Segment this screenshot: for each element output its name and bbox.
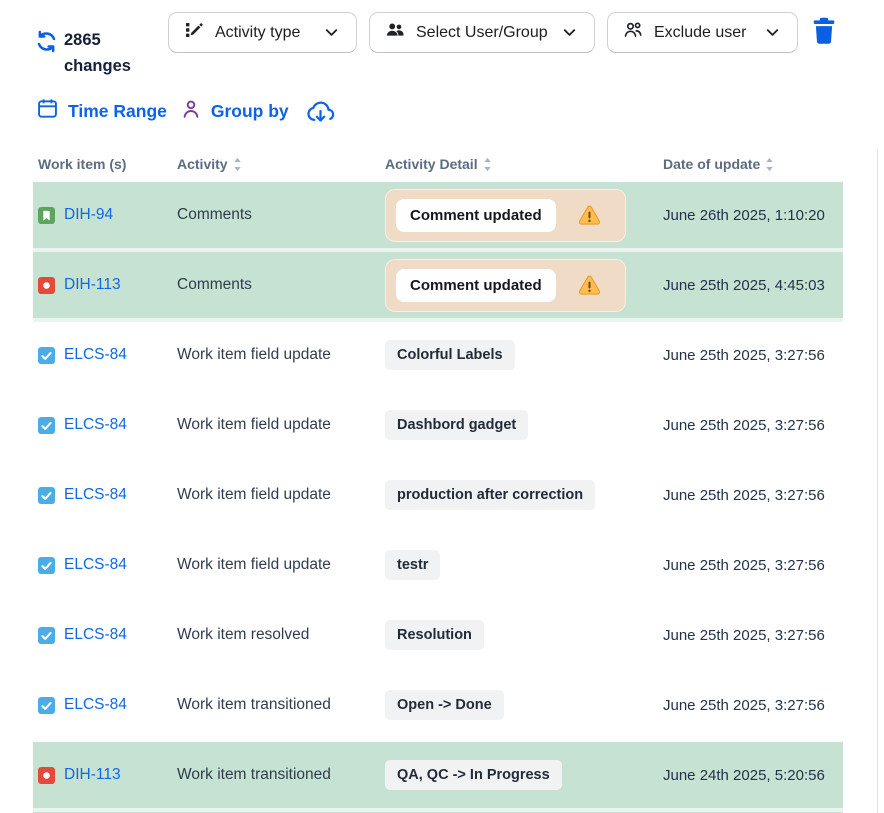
table-row[interactable]: ELCS-84 Work item transitioned Open -> D… [33, 672, 843, 742]
activity-type-dropdown[interactable]: Activity type [168, 12, 357, 53]
date-cell: June 25th 2025, 3:27:56 [663, 487, 843, 504]
detail-badge: Resolution [385, 620, 484, 650]
select-user-group-dropdown[interactable]: Select User/Group [369, 12, 595, 53]
activity-table: DIH-94 Comments Comment updated June 26t… [33, 182, 843, 813]
activity-type-label: Activity type [215, 24, 300, 42]
activity-cell: Work item field update [177, 346, 385, 364]
warning-icon [578, 205, 601, 226]
trash-icon[interactable] [811, 16, 837, 50]
activity-cell: Work item field update [177, 556, 385, 574]
table-row[interactable]: DIH-113 Comments Comment updated June 25… [33, 252, 843, 322]
table-row[interactable]: ELCS-84 Work item field update Dashbord … [33, 392, 843, 462]
work-item-link[interactable]: ELCS-84 [64, 486, 127, 504]
activity-detail-cell: Open -> Done [385, 690, 663, 720]
person-icon [180, 98, 202, 125]
story-icon [38, 207, 55, 224]
activity-detail-cell: production after correction [385, 480, 663, 510]
sort-icon [233, 157, 242, 172]
bug-icon [38, 277, 55, 294]
work-item-link[interactable]: ELCS-84 [64, 556, 127, 574]
detail-badge: Comment updated [396, 199, 556, 232]
chevron-down-icon [560, 23, 579, 42]
group-by-button[interactable]: Group by [180, 98, 289, 125]
activity-detail-cell: Dashbord gadget [385, 410, 663, 440]
work-item-link[interactable]: ELCS-84 [64, 416, 127, 434]
activity-detail-cell: Comment updated [385, 189, 663, 242]
time-range-label: Time Range [68, 101, 167, 122]
date-cell: June 25th 2025, 4:45:03 [663, 277, 843, 294]
date-cell: June 24th 2025, 5:20:56 [663, 767, 843, 784]
date-cell: June 25th 2025, 3:27:56 [663, 627, 843, 644]
table-header: Work item (s) Activity Activity Detail D… [0, 156, 884, 180]
table-row[interactable]: DIH-94 Comments Comment updated June 26t… [33, 182, 843, 252]
changes-count: 2865 changes [64, 27, 148, 79]
detail-badge: Dashbord gadget [385, 410, 528, 440]
table-row[interactable]: DIH-113 Work item transitioned QA, QC ->… [33, 742, 843, 812]
activity-cell: Work item field update [177, 416, 385, 434]
column-header-work-item: Work item (s) [38, 156, 126, 172]
chevron-down-icon [322, 23, 341, 42]
detail-badge: Colorful Labels [385, 340, 515, 370]
group-by-label: Group by [211, 101, 289, 122]
activity-cell: Comments [177, 276, 385, 294]
detail-badge: production after correction [385, 480, 595, 510]
column-header-date-of-update[interactable]: Date of update [663, 156, 774, 172]
sort-icon [765, 157, 774, 172]
sort-icon [483, 157, 492, 172]
work-item-link[interactable]: DIH-113 [64, 766, 121, 784]
warning-detail-container: Comment updated [385, 189, 626, 242]
date-cell: June 25th 2025, 3:27:56 [663, 697, 843, 714]
table-row[interactable]: ELCS-84 Work item field update testr Jun… [33, 532, 843, 602]
activity-detail-cell: Comment updated [385, 259, 663, 312]
detail-badge: Open -> Done [385, 690, 504, 720]
exclude-user-icon [623, 20, 643, 45]
activity-cell: Work item transitioned [177, 696, 385, 714]
table-row[interactable]: ELCS-84 Work item resolved Resolution Ju… [33, 602, 843, 672]
column-header-activity-detail[interactable]: Activity Detail [385, 156, 492, 172]
date-cell: June 26th 2025, 1:10:20 [663, 207, 843, 224]
cloud-download-icon[interactable] [306, 98, 335, 125]
activity-cell: Work item field update [177, 486, 385, 504]
exclude-user-dropdown[interactable]: Exclude user [607, 12, 798, 53]
task-icon [38, 627, 55, 644]
work-item-link[interactable]: ELCS-84 [64, 696, 127, 714]
detail-badge: Comment updated [396, 269, 556, 302]
task-icon [38, 697, 55, 714]
activity-type-icon [184, 20, 204, 45]
column-header-activity[interactable]: Activity [177, 156, 242, 172]
bug-icon [38, 767, 55, 784]
table-right-border [877, 150, 878, 813]
activity-detail-cell: Resolution [385, 620, 663, 650]
work-item-link[interactable]: DIH-113 [64, 276, 121, 294]
table-row[interactable]: ELCS-84 Work item field update productio… [33, 462, 843, 532]
select-user-group-label: Select User/Group [416, 24, 548, 42]
table-row[interactable]: ELCS-84 Work item field update Colorful … [33, 322, 843, 392]
task-icon [38, 417, 55, 434]
task-icon [38, 347, 55, 364]
activity-cell: Comments [177, 206, 385, 224]
work-item-link[interactable]: ELCS-84 [64, 626, 127, 644]
refresh-icon[interactable] [34, 29, 59, 59]
users-icon [385, 20, 405, 45]
date-cell: June 25th 2025, 3:27:56 [663, 417, 843, 434]
detail-badge: testr [385, 550, 440, 580]
activity-detail-cell: QA, QC -> In Progress [385, 760, 663, 790]
activity-detail-cell: Colorful Labels [385, 340, 663, 370]
chevron-down-icon [763, 23, 782, 42]
activity-cell: Work item resolved [177, 626, 385, 644]
date-cell: June 25th 2025, 3:27:56 [663, 347, 843, 364]
task-icon [38, 557, 55, 574]
task-icon [38, 487, 55, 504]
warning-icon [578, 275, 601, 296]
detail-badge: QA, QC -> In Progress [385, 760, 562, 790]
work-item-link[interactable]: ELCS-84 [64, 346, 127, 364]
work-item-link[interactable]: DIH-94 [64, 206, 113, 224]
time-range-button[interactable]: Time Range [36, 97, 167, 125]
exclude-user-label: Exclude user [654, 24, 747, 42]
activity-detail-cell: testr [385, 550, 663, 580]
warning-detail-container: Comment updated [385, 259, 626, 312]
activity-cell: Work item transitioned [177, 766, 385, 784]
date-cell: June 25th 2025, 3:27:56 [663, 557, 843, 574]
calendar-icon [36, 97, 59, 125]
